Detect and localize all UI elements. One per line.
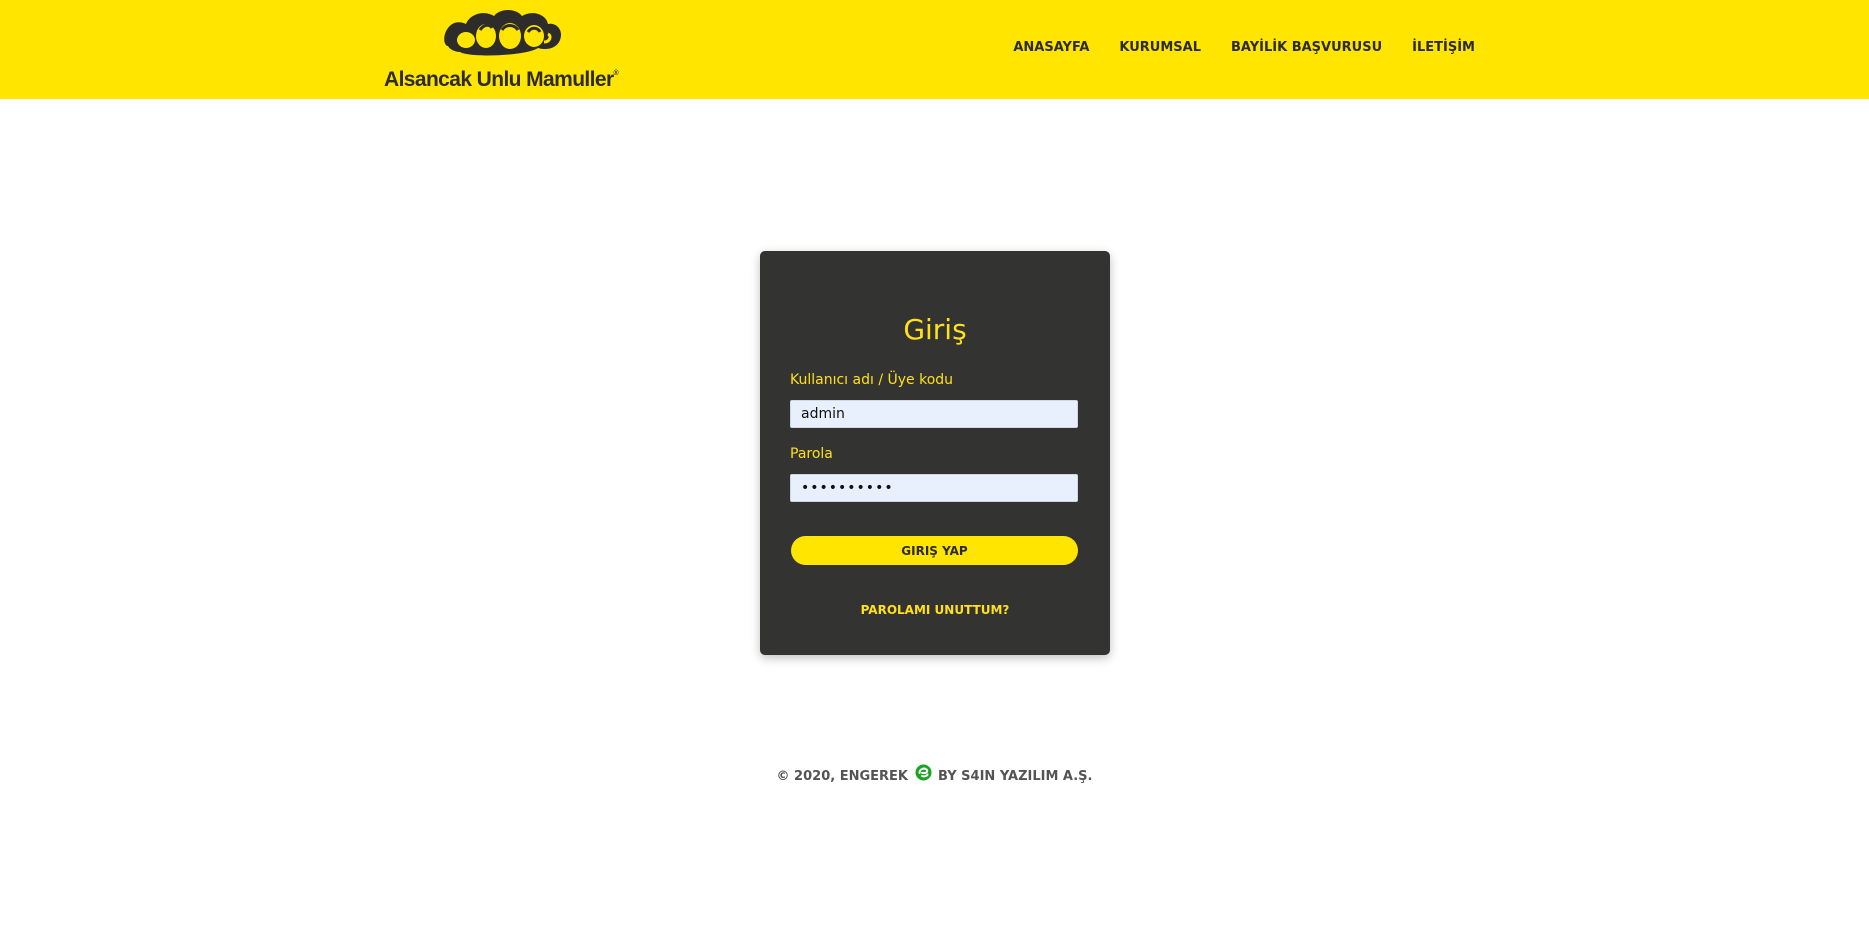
- site-footer: © 2020, ENGEREK BY S4IN YAZILIM A.Ş.: [0, 764, 1869, 787]
- login-card: Giriş Kullanıcı adı / Üye kodu Parola GI…: [760, 251, 1110, 655]
- nav-bayilik-basvurusu[interactable]: BAYİLİK BAŞVURUSU: [1231, 40, 1382, 55]
- forgot-password-link[interactable]: PAROLAMI UNUTTUM?: [760, 603, 1110, 617]
- footer-company[interactable]: BY S4IN YAZILIM A.Ş.: [938, 769, 1092, 784]
- engerek-logo-icon[interactable]: [915, 764, 932, 785]
- footer-copyright: © 2020, ENGEREK: [776, 769, 908, 784]
- logo-wordmark: Alsancak Unlu Mamuller®: [384, 68, 619, 91]
- bread-logo-icon: [444, 10, 562, 56]
- nav-anasayfa[interactable]: ANASAYFA: [1013, 40, 1089, 55]
- main-nav: ANASAYFA KURUMSAL BAYİLİK BAŞVURUSU İLET…: [1013, 40, 1475, 55]
- password-label: Parola: [790, 446, 833, 462]
- password-input[interactable]: [790, 474, 1078, 502]
- username-label: Kullanıcı adı / Üye kodu: [790, 372, 954, 388]
- nav-kurumsal[interactable]: KURUMSAL: [1119, 40, 1201, 55]
- username-input[interactable]: [790, 400, 1078, 428]
- nav-iletisim[interactable]: İLETİŞİM: [1412, 40, 1475, 55]
- login-button[interactable]: GIRIŞ YAP: [791, 536, 1078, 565]
- site-header: Alsancak Unlu Mamuller® ANASAYFA KURUMSA…: [0, 0, 1869, 99]
- site-logo[interactable]: Alsancak Unlu Mamuller®: [384, 6, 624, 92]
- login-title: Giriş: [903, 313, 967, 346]
